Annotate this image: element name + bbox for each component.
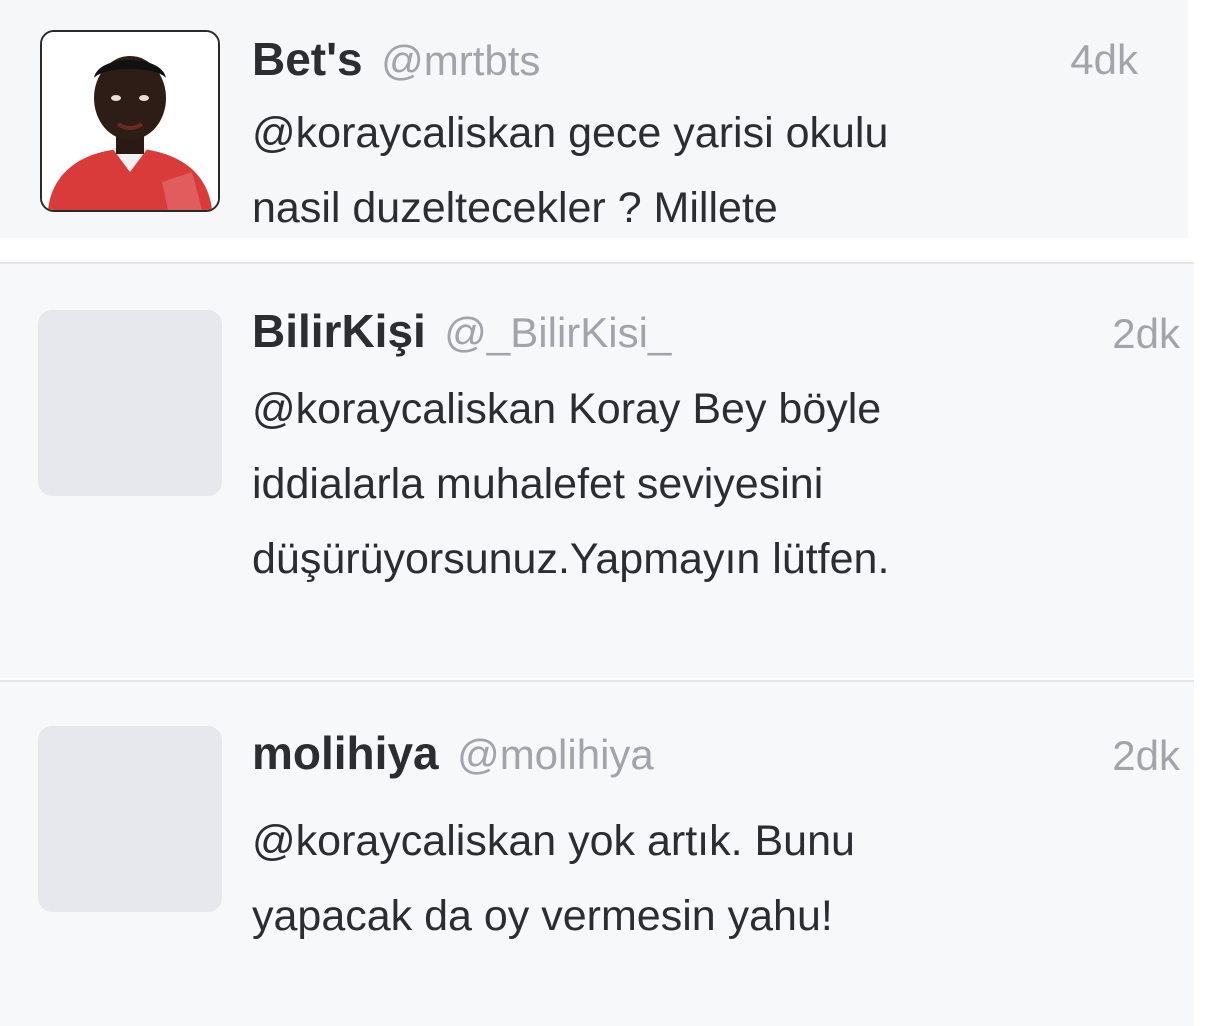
tweet-header: BilirKişi @_BilirKisi_: [252, 304, 671, 358]
tweet-text-line: iddialarla muhalefet seviyesini: [252, 460, 824, 508]
tweet-text: @koraycaliskan yok artık. Bunu yapacak d…: [252, 804, 855, 954]
tweet-text: @koraycaliskan gece yarisi okulu nasil d…: [252, 96, 888, 238]
person-photo-icon: [42, 32, 218, 210]
tweet-time[interactable]: 2dk: [1112, 732, 1180, 780]
tweet-time[interactable]: 2dk: [1112, 310, 1180, 358]
user-name[interactable]: Bet's: [252, 33, 363, 85]
tweet-header: molihiya @molihiya: [252, 726, 654, 780]
user-name[interactable]: molihiya: [252, 727, 439, 779]
tweet-feed: Bet's @mrtbts 4dk @koraycaliskan gece ya…: [0, 0, 1210, 1026]
avatar-photo[interactable]: [40, 30, 220, 212]
tweet-item[interactable]: Bet's @mrtbts 4dk @koraycaliskan gece ya…: [0, 0, 1188, 238]
tweet-text-line: @koraycaliskan Koray Bey böyle: [252, 385, 882, 433]
tweet-text-line: yapacak da oy vermesin yahu!: [252, 892, 833, 940]
tweet-time[interactable]: 4dk: [1070, 36, 1138, 84]
user-handle[interactable]: @_BilirKisi_: [444, 309, 671, 356]
tweet-item[interactable]: molihiya @molihiya 2dk @koraycaliskan yo…: [0, 680, 1194, 1026]
tweet-header: Bet's @mrtbts: [252, 32, 540, 86]
tweet-text-line: @koraycaliskan yok artık. Bunu: [252, 817, 855, 865]
tweet-text-line: @koraycaliskan gece yarisi okulu: [252, 109, 889, 157]
user-handle[interactable]: @molihiya: [457, 731, 654, 778]
avatar-placeholder[interactable]: [38, 310, 222, 496]
tweet-text-line: düşürüyorsunuz.Yapmayın lütfen.: [252, 535, 890, 583]
user-name[interactable]: BilirKişi: [252, 305, 426, 357]
tweet-text: @koraycaliskan Koray Bey böyle iddialarl…: [252, 372, 889, 597]
avatar-placeholder[interactable]: [38, 726, 222, 912]
tweet-item[interactable]: BilirKişi @_BilirKisi_ 2dk @koraycaliska…: [0, 262, 1194, 678]
user-handle[interactable]: @mrtbts: [381, 37, 540, 84]
tweet-text-line: nasil duzeltecekler ? Millete: [252, 184, 778, 232]
